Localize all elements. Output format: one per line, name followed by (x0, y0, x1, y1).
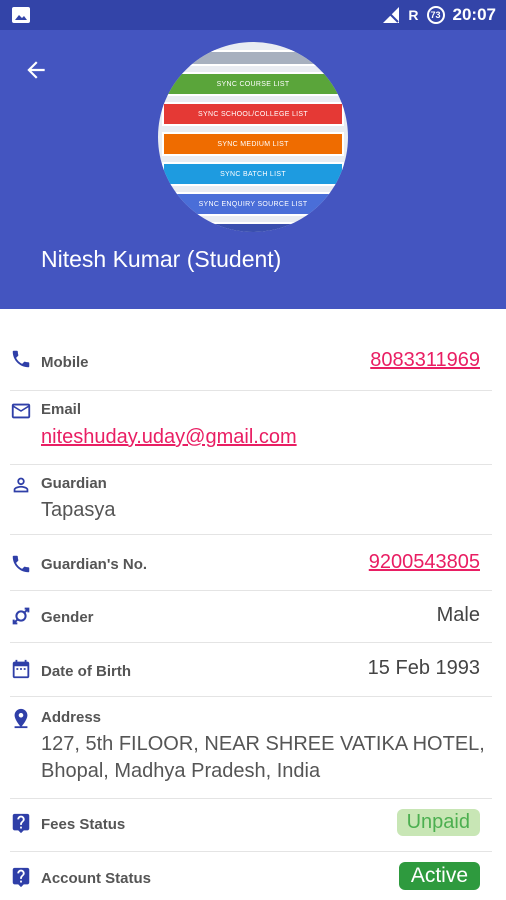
email-link[interactable]: niteshuday.uday@gmail.com (41, 424, 297, 451)
roaming-label: R (408, 7, 419, 23)
calendar-icon (12, 659, 30, 679)
row-guardian: Guardian Tapasya (0, 465, 506, 535)
row-address: Address 127, 5th FILOOR, NEAR SHREE VATI… (0, 697, 506, 793)
avatar-bar: SYNC ENQUIRY SOURCE LIST (162, 192, 344, 216)
profile-header: SYNC COURSE LIST SYNC SCHOOL/COLLEGE LIS… (0, 30, 506, 309)
mobile-link[interactable]: 8083311969 (370, 349, 480, 372)
row-guardian-no: Guardian's No. 9200543805 (0, 535, 506, 591)
back-button[interactable] (18, 52, 54, 88)
profile-name: Nitesh Kumar (Student) (41, 246, 282, 272)
row-email: Email niteshuday.uday@gmail.com (0, 391, 506, 465)
mobile-label: Mobile (41, 354, 89, 371)
avatar-bar: SYNC BATCH LIST (162, 162, 344, 186)
gender-icon (12, 607, 30, 625)
guardian-value: Tapasya (41, 499, 116, 521)
row-dob: Date of Birth 15 Feb 1993 (0, 643, 506, 697)
arrow-back-icon (27, 61, 45, 79)
row-account-status: Account Status Active (0, 852, 506, 900)
person-icon (13, 477, 29, 493)
dob-label: Date of Birth (41, 663, 131, 680)
row-fees-status: Fees Status Unpaid (0, 799, 506, 851)
row-gender: Gender Male (0, 591, 506, 643)
help-icon (12, 867, 30, 888)
gender-label: Gender (41, 609, 94, 626)
row-mobile: Mobile 8083311969 (0, 331, 506, 391)
avatar-bar: SYNC SCHOOL/COLLEGE LIST (162, 102, 344, 126)
account-status-badge: Active (398, 862, 480, 890)
guardian-no-label: Guardian's No. (41, 556, 148, 573)
status-bar-right: R 73 20:07 (382, 0, 496, 30)
location-pin-icon (14, 708, 28, 729)
dob-value: 15 Feb 1993 (367, 657, 480, 679)
help-icon (12, 813, 30, 834)
email-label: Email (41, 401, 82, 418)
status-bar: R 73 20:07 (0, 0, 506, 30)
avatar[interactable]: SYNC COURSE LIST SYNC SCHOOL/COLLEGE LIS… (158, 42, 348, 232)
guardian-no-link[interactable]: 9200543805 (369, 551, 480, 574)
guardian-label: Guardian (41, 475, 107, 492)
avatar-bar: SYNC COURSE LIST (162, 72, 344, 96)
mail-icon (11, 403, 31, 419)
avatar-bar (162, 222, 344, 232)
address-label: Address (41, 709, 102, 726)
gender-value: Male (436, 604, 480, 626)
address-line-1: 127, 5th FILOOR, NEAR SHREE VATIKA HOTEL… (41, 733, 485, 755)
phone-icon (12, 555, 30, 573)
image-notification-icon (12, 7, 30, 23)
avatar-bar: SYNC MEDIUM LIST (162, 132, 344, 156)
fees-status-label: Fees Status (41, 816, 126, 833)
no-signal-icon (383, 7, 400, 23)
phone-icon (12, 350, 30, 368)
data-saver-badge: 73 (426, 6, 445, 24)
clock: 20:07 (452, 5, 496, 24)
fees-status-badge: Unpaid (396, 809, 480, 836)
avatar-bar (162, 50, 344, 66)
address-line-2: Bhopal, Madhya Pradesh, India (41, 760, 321, 782)
account-status-label: Account Status (41, 870, 152, 887)
